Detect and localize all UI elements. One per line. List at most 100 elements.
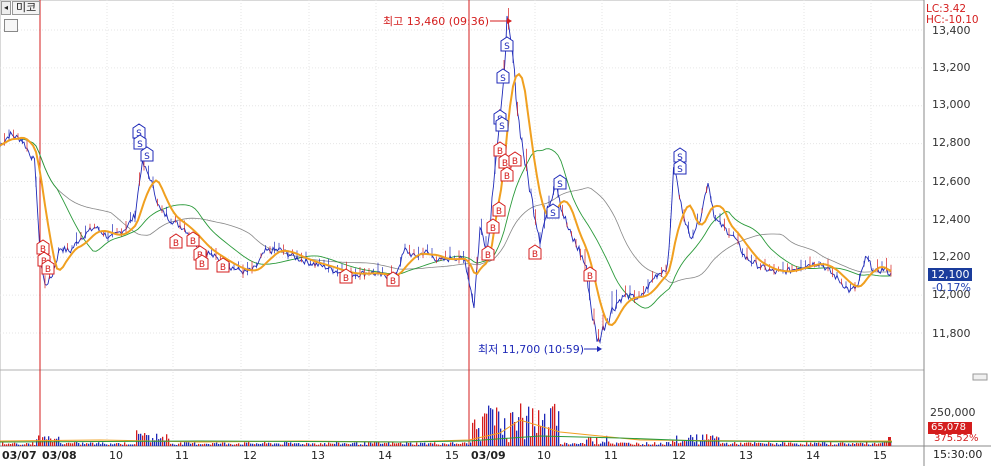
volume-bar	[652, 444, 654, 446]
volume-bar	[636, 442, 638, 446]
volume-bar	[504, 418, 506, 446]
volume-bar	[346, 443, 348, 446]
volume-bar	[782, 442, 784, 446]
volume-bar	[124, 442, 126, 446]
volume-bar	[356, 442, 358, 446]
volume-bar	[222, 442, 224, 446]
volume-bar	[318, 444, 320, 446]
volume-bar	[810, 442, 812, 446]
volume-bar	[538, 410, 540, 446]
volume-bar	[792, 443, 794, 446]
volume-bar	[530, 436, 532, 446]
volume-bar	[672, 440, 674, 446]
volume-bar	[62, 444, 64, 446]
volume-bar	[608, 441, 610, 446]
volume-bar	[76, 442, 78, 446]
volume-bar	[554, 403, 556, 446]
sell-marker-letter: S	[499, 122, 505, 132]
volume-bar	[286, 442, 288, 446]
volume-bar	[768, 442, 770, 446]
volume-bar	[102, 442, 104, 446]
volume-bar	[804, 444, 806, 446]
volume-bar	[448, 444, 450, 446]
volume-bar	[198, 443, 200, 446]
volume-bar	[190, 443, 192, 446]
sell-marker: S	[553, 174, 567, 190]
volume-bar	[306, 442, 308, 446]
volume-bar	[684, 440, 686, 446]
volume-bar	[252, 443, 254, 446]
volume-bar	[372, 443, 374, 446]
volume-bar	[830, 442, 832, 446]
volume-bar	[176, 444, 178, 446]
volume-bar	[784, 442, 786, 446]
volume-bar	[862, 443, 864, 446]
volume-bar	[466, 443, 468, 446]
volume-bar	[202, 444, 204, 446]
volume-bar	[240, 444, 242, 446]
current-price-badge: 12,100	[928, 268, 972, 281]
volume-bar	[528, 406, 530, 446]
volume-bar	[864, 444, 866, 446]
volume-panel-toggle[interactable]	[972, 373, 988, 381]
volume-bar	[302, 444, 304, 446]
volume-bar	[516, 430, 518, 446]
time-label: 12	[672, 449, 686, 462]
volume-bar	[550, 408, 552, 446]
time-label: 03/09	[471, 449, 506, 462]
volume-bar	[350, 444, 352, 446]
volume-bar	[856, 442, 858, 446]
volume-bar	[730, 444, 732, 446]
collapse-arrow-icon[interactable]: ◂	[1, 1, 11, 15]
volume-bar	[456, 443, 458, 446]
volume-bar	[718, 437, 720, 446]
stock-name-label[interactable]: 미코	[12, 1, 41, 15]
time-label: 15	[445, 449, 459, 462]
volume-bar	[160, 438, 162, 446]
sell-marker-letter: S	[677, 165, 683, 175]
volume-bar	[442, 443, 444, 446]
volume-bar	[510, 412, 512, 446]
buy-marker: B	[528, 244, 542, 260]
stock-chart[interactable]: BBBBBBBBBBBBBBBBBBB SSSSSSSSSSS 최고 13,46…	[0, 0, 991, 466]
volume-bar	[822, 442, 824, 446]
volume-bar	[246, 442, 248, 446]
volume-bar	[136, 430, 138, 446]
volume-bar	[66, 443, 68, 446]
volume-bar	[32, 442, 34, 446]
change-percent-label: -0.17%	[932, 281, 971, 294]
volume-bar	[848, 443, 850, 446]
volume-bar	[336, 442, 338, 446]
volume-bar	[298, 443, 300, 446]
volume-bar	[216, 442, 218, 446]
volume-bar	[556, 425, 558, 446]
volume-bar	[194, 442, 196, 446]
volume-bar	[140, 433, 142, 446]
grid-icon[interactable]	[4, 19, 18, 32]
volume-bar	[230, 443, 232, 446]
volume-bar	[612, 443, 614, 446]
volume-bar	[642, 444, 644, 446]
volume-bar	[380, 443, 382, 446]
volume-bar	[110, 443, 112, 446]
volume-bar	[260, 443, 262, 446]
chart-toolbar: ◂ 미코	[0, 0, 60, 34]
volume-bar	[12, 443, 14, 446]
volume-bar	[720, 443, 722, 446]
volume-bar	[416, 442, 418, 446]
volume-bar	[508, 442, 510, 446]
volume-bar	[266, 443, 268, 446]
volume-bar	[228, 443, 230, 446]
volume-bar	[432, 443, 434, 446]
volume-bar	[678, 443, 680, 446]
volume-percent-label: 375.52%	[934, 433, 979, 444]
volume-bar	[582, 442, 584, 446]
volume-bar	[312, 443, 314, 446]
volume-bar	[188, 442, 190, 446]
volume-bar	[344, 443, 346, 446]
volume-bar	[660, 442, 662, 446]
volume-bar	[542, 420, 544, 446]
volume-bar	[78, 443, 80, 446]
volume-bar	[2, 442, 4, 446]
volume-bar	[422, 443, 424, 446]
